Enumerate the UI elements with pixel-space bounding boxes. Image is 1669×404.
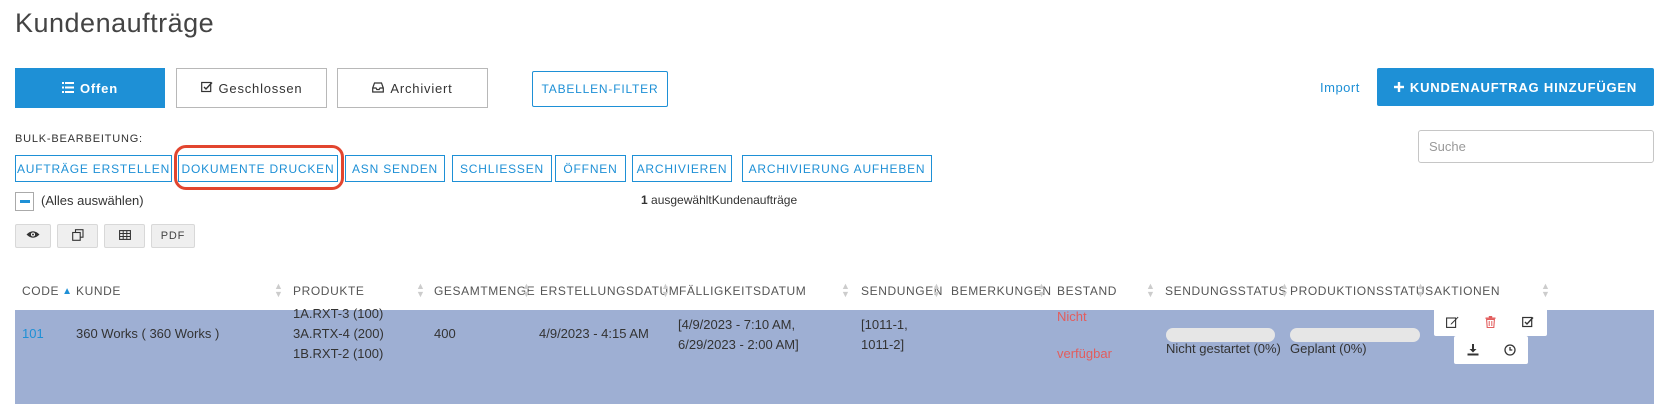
- column-header-shipping-status[interactable]: SENDUNGSSTATUS: [1165, 284, 1287, 298]
- selection-count-suffix: ausgewähltKundenaufträge: [651, 193, 798, 207]
- bulk-edit-label: BULK-BEARBEITUNG:: [15, 133, 143, 145]
- row-code-link[interactable]: 101: [22, 326, 44, 341]
- plus-icon: [1393, 80, 1404, 95]
- row-actions-top: [1434, 308, 1547, 336]
- unarchive-button[interactable]: ARCHIVIERUNG AUFHEBEN: [742, 155, 932, 182]
- sort-icon[interactable]: ▲ ▼: [1541, 282, 1550, 299]
- row-production-status: Geplant (0%): [1290, 341, 1367, 356]
- sort-icon[interactable]: ▲ ▼: [1146, 282, 1155, 299]
- download-icon[interactable]: [1463, 340, 1483, 360]
- due-date-line: [4/9/2023 - 7:10 AM,: [678, 317, 796, 332]
- column-header-shipments[interactable]: SENDUNGEN: [861, 284, 943, 298]
- sort-icon[interactable]: ▲ ▼: [932, 282, 941, 299]
- delete-icon[interactable]: [1480, 312, 1500, 332]
- select-all-checkbox[interactable]: [15, 192, 34, 211]
- column-header-production-status[interactable]: PRODUKTIONSSTATUS: [1290, 284, 1434, 298]
- due-date-line: 6/29/2023 - 2:00 AM]: [678, 337, 799, 352]
- eye-icon: [26, 230, 40, 242]
- list-icon: [62, 81, 75, 96]
- archive-button[interactable]: ARCHIVIEREN: [632, 155, 732, 182]
- column-header-total-quantity[interactable]: GESAMTMENGE: [434, 284, 535, 298]
- column-header-products[interactable]: PRODUKTE: [293, 284, 364, 298]
- stock-line: verfügbar: [1057, 346, 1112, 361]
- import-link[interactable]: Import: [1320, 80, 1360, 95]
- sort-icon[interactable]: ▲ ▼: [274, 282, 283, 299]
- row-actions-bottom: [1454, 336, 1528, 364]
- page-title: Kundenaufträge: [15, 8, 215, 38]
- selection-count-number: 1: [641, 193, 648, 207]
- add-sales-order-label: KUNDENAUFTRAG HINZUFÜGEN: [1409, 79, 1638, 95]
- search-input[interactable]: [1418, 130, 1654, 163]
- copy-button[interactable]: [57, 224, 98, 248]
- row-shipping-status: Nicht gestartet (0%): [1166, 341, 1281, 356]
- open-orders-button[interactable]: ÖFFNEN: [555, 155, 626, 182]
- column-header-code-label: CODE: [22, 284, 60, 298]
- pdf-export-button[interactable]: PDF: [151, 224, 195, 248]
- selection-count: 1 ausgewähltKundenaufträge: [641, 193, 797, 207]
- indeterminate-mark: [19, 200, 30, 203]
- create-orders-button[interactable]: AUFTRÄGE ERSTELLEN: [15, 155, 172, 182]
- product-line: 3A.RTX-4 (200): [293, 326, 384, 341]
- tab-archived-label: Archiviert: [390, 80, 453, 96]
- row-products: 1A.RXT-3 (100) 3A.RTX-4 (200) 1B.RXT-2 (…: [293, 304, 384, 364]
- table-row[interactable]: 101 360 Works ( 360 Works ) 1A.RXT-3 (10…: [15, 306, 1654, 404]
- sort-icon[interactable]: ▲ ▼: [416, 282, 425, 299]
- add-sales-order-button[interactable]: KUNDENAUFTRAG HINZUFÜGEN: [1377, 68, 1654, 106]
- tab-archived[interactable]: Archiviert: [337, 68, 488, 108]
- shipment-line: 1011-2]: [861, 337, 905, 352]
- row-code[interactable]: 101: [22, 324, 44, 344]
- sort-icon[interactable]: ▲ ▼: [1416, 282, 1425, 299]
- sort-icon[interactable]: ▲ ▼: [841, 282, 850, 299]
- column-header-created-date[interactable]: ERSTELLUNGSDATUM: [540, 284, 679, 298]
- row-created-date: 4/9/2023 - 4:15 AM: [539, 326, 649, 341]
- column-header-stock[interactable]: BESTAND: [1057, 284, 1117, 298]
- tab-closed[interactable]: Geschlossen: [176, 68, 327, 108]
- row-customer: 360 Works ( 360 Works ): [76, 326, 220, 341]
- sort-ascending-icon: ▲: [62, 285, 73, 297]
- sort-icon[interactable]: ▲ ▼: [1037, 282, 1046, 299]
- product-line: 1B.RXT-2 (100): [293, 346, 384, 361]
- sort-icon[interactable]: ▲ ▼: [522, 282, 531, 299]
- row-due-date: [4/9/2023 - 7:10 AM, 6/29/2023 - 2:00 AM…: [678, 315, 799, 355]
- inbox-icon: [372, 81, 385, 96]
- close-orders-button[interactable]: SCHLIESSEN: [452, 155, 552, 182]
- edit-icon[interactable]: [1443, 312, 1463, 332]
- row-shipments: [1011-1, 1011-2]: [861, 315, 908, 355]
- sort-icon[interactable]: ▲ ▼: [661, 282, 670, 299]
- check-square-icon[interactable]: [1518, 312, 1538, 332]
- row-stock-status: Nicht verfügbar: [1057, 307, 1112, 364]
- tab-open-label: Offen: [80, 80, 118, 96]
- tab-closed-label: Geschlossen: [218, 80, 303, 96]
- stock-line: Nicht: [1057, 309, 1087, 324]
- tab-open[interactable]: Offen: [15, 68, 165, 108]
- column-header-customer[interactable]: KUNDE: [76, 284, 121, 298]
- view-button[interactable]: [15, 224, 51, 248]
- check-square-icon: [200, 81, 213, 96]
- column-header-code[interactable]: CODE ▲: [22, 284, 73, 298]
- sort-icon[interactable]: ▲ ▼: [1280, 282, 1289, 299]
- row-total-quantity: 400: [434, 326, 456, 341]
- product-line: 1A.RXT-3 (100): [293, 306, 384, 321]
- table-icon: [118, 229, 131, 243]
- print-documents-button[interactable]: DOKUMENTE DRUCKEN: [178, 155, 338, 182]
- select-all-label: (Alles auswählen): [41, 193, 144, 208]
- history-icon[interactable]: [1500, 340, 1520, 360]
- table-filter-button[interactable]: TABELLEN-FILTER: [532, 71, 668, 107]
- copy-icon: [71, 228, 84, 244]
- send-asn-button[interactable]: ASN SENDEN: [345, 155, 445, 182]
- column-header-due-date[interactable]: FÄLLIGKEITSDATUM: [679, 284, 806, 298]
- excel-export-button[interactable]: [104, 224, 145, 248]
- shipment-line: [1011-1,: [861, 317, 908, 332]
- column-header-actions[interactable]: AKTIONEN: [1434, 284, 1500, 298]
